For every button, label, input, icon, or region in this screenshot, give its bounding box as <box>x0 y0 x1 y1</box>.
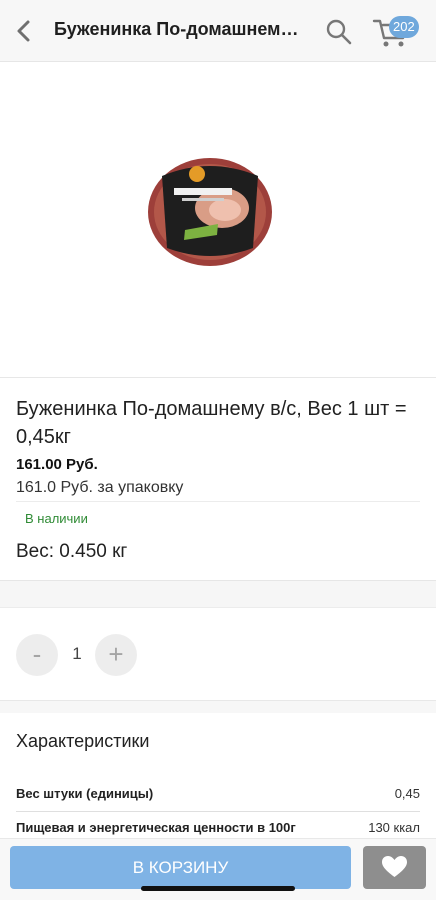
home-indicator <box>141 886 295 891</box>
heart-icon <box>382 856 407 877</box>
product-price: 161.00 Руб. <box>16 456 98 473</box>
characteristic-value: 130 ккал <box>368 820 420 835</box>
characteristic-name: Пищевая и энергетическая ценности в 100г <box>16 820 296 835</box>
chevron-left-icon[interactable] <box>8 14 42 48</box>
quantity-decrease-button[interactable]: - <box>16 634 58 676</box>
section-gap <box>0 701 436 713</box>
quantity-value[interactable]: 1 <box>68 644 86 664</box>
stock-status: В наличии <box>25 511 88 526</box>
characteristics-row: Вес штуки (единицы) 0,45 <box>16 786 420 814</box>
top-navigation-bar: Буженинка По-домашнем… 202 <box>0 0 436 62</box>
section-gap <box>0 581 436 607</box>
add-to-cart-button[interactable]: В КОРЗИНУ <box>10 846 351 889</box>
characteristics-title: Характеристики <box>16 731 150 751</box>
characteristic-name: Вес штуки (единицы) <box>16 786 154 801</box>
row-divider <box>16 811 420 812</box>
product-image-area <box>0 62 436 378</box>
product-package-image <box>148 158 272 266</box>
favorite-button[interactable] <box>363 846 426 889</box>
divider <box>0 607 436 608</box>
page-title: Буженинка По-домашнем… <box>54 19 299 39</box>
cart-count-badge: 202 <box>389 16 419 38</box>
divider <box>16 501 420 502</box>
product-name: Буженинка По-домашнему в/с, Вес 1 шт = 0… <box>16 398 407 448</box>
product-weight: Вес: 0.450 кг <box>16 541 128 562</box>
quantity-increase-button[interactable]: + <box>95 634 137 676</box>
characteristic-value: 0,45 <box>394 786 420 801</box>
unit-price: 161.0 Руб. за упаковку <box>16 479 184 496</box>
search-icon[interactable] <box>322 15 356 49</box>
